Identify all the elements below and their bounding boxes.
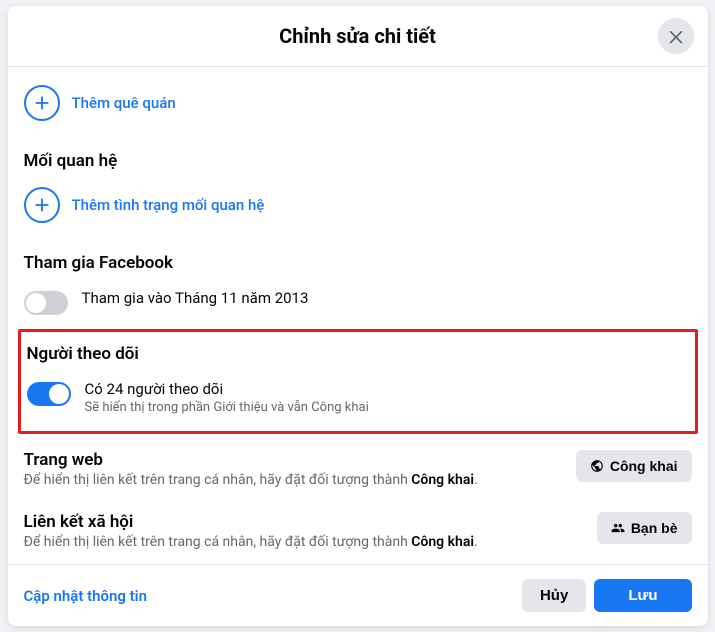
modal-header: Chỉnh sửa chi tiết — [8, 6, 708, 67]
website-row: Trang web Để hiển thị liên kết trên tran… — [24, 440, 692, 502]
close-button[interactable] — [658, 18, 694, 54]
joined-toggle[interactable] — [24, 291, 68, 315]
joined-toggle-label: Tham gia vào Tháng 11 năm 2013 — [82, 289, 309, 307]
close-icon — [666, 26, 686, 46]
followers-toggle-title: Có 24 người theo dõi — [85, 380, 369, 398]
followers-toggle[interactable] — [27, 382, 71, 406]
save-button[interactable]: Lưu — [594, 579, 691, 612]
modal-title: Chỉnh sửa chi tiết — [8, 24, 708, 48]
modal-body: Thêm quê quán Mối quan hệ Thêm tình trạn… — [8, 67, 708, 564]
cancel-button[interactable]: Hủy — [522, 579, 586, 612]
website-audience-label: Công khai — [610, 458, 678, 474]
social-desc: Để hiển thị liên kết trên trang cá nhân,… — [24, 534, 585, 550]
joined-toggle-row: Tham gia vào Tháng 11 năm 2013 — [24, 281, 692, 323]
social-heading: Liên kết xã hội — [24, 512, 585, 532]
social-audience-button[interactable]: Bạn bè — [597, 512, 692, 544]
website-text: Trang web Để hiển thị liên kết trên tran… — [24, 450, 564, 488]
relationship-heading: Mối quan hệ — [24, 151, 692, 171]
followers-toggle-text: Có 24 người theo dõi Sẽ hiển thị trong p… — [85, 380, 369, 415]
website-heading: Trang web — [24, 450, 564, 470]
modal-footer: Cập nhật thông tin Hủy Lưu — [8, 564, 708, 626]
update-info-link[interactable]: Cập nhật thông tin — [24, 587, 147, 605]
plus-icon — [24, 187, 60, 223]
add-hometown-label: Thêm quê quán — [72, 94, 176, 112]
joined-heading: Tham gia Facebook — [24, 253, 692, 273]
followers-highlight: Người theo dõi Có 24 người theo dõi Sẽ h… — [18, 329, 698, 434]
edit-details-modal: Chỉnh sửa chi tiết Thêm quê quán Mối qua… — [8, 6, 708, 626]
followers-heading: Người theo dõi — [27, 344, 689, 364]
toggle-knob — [49, 384, 69, 404]
social-row: Liên kết xã hội Để hiển thị liên kết trê… — [24, 502, 692, 564]
toggle-knob — [26, 293, 46, 313]
plus-icon — [24, 85, 60, 121]
social-audience-label: Bạn bè — [631, 520, 678, 536]
joined-toggle-text: Tham gia vào Tháng 11 năm 2013 — [82, 289, 309, 307]
footer-buttons: Hủy Lưu — [522, 579, 692, 612]
friends-icon — [611, 521, 625, 535]
add-relationship-label: Thêm tình trạng mối quan hệ — [72, 196, 265, 214]
followers-toggle-subtitle: Sẽ hiển thị trong phần Giới thiệu và vẫn… — [85, 400, 369, 415]
add-relationship-row[interactable]: Thêm tình trạng mối quan hệ — [24, 179, 692, 239]
website-desc: Để hiển thị liên kết trên trang cá nhân,… — [24, 472, 564, 488]
website-audience-button[interactable]: Công khai — [576, 450, 692, 482]
add-hometown-row[interactable]: Thêm quê quán — [24, 77, 692, 137]
followers-toggle-row: Có 24 người theo dõi Sẽ hiển thị trong p… — [27, 372, 689, 423]
social-text: Liên kết xã hội Để hiển thị liên kết trê… — [24, 512, 585, 550]
globe-icon — [590, 459, 604, 473]
